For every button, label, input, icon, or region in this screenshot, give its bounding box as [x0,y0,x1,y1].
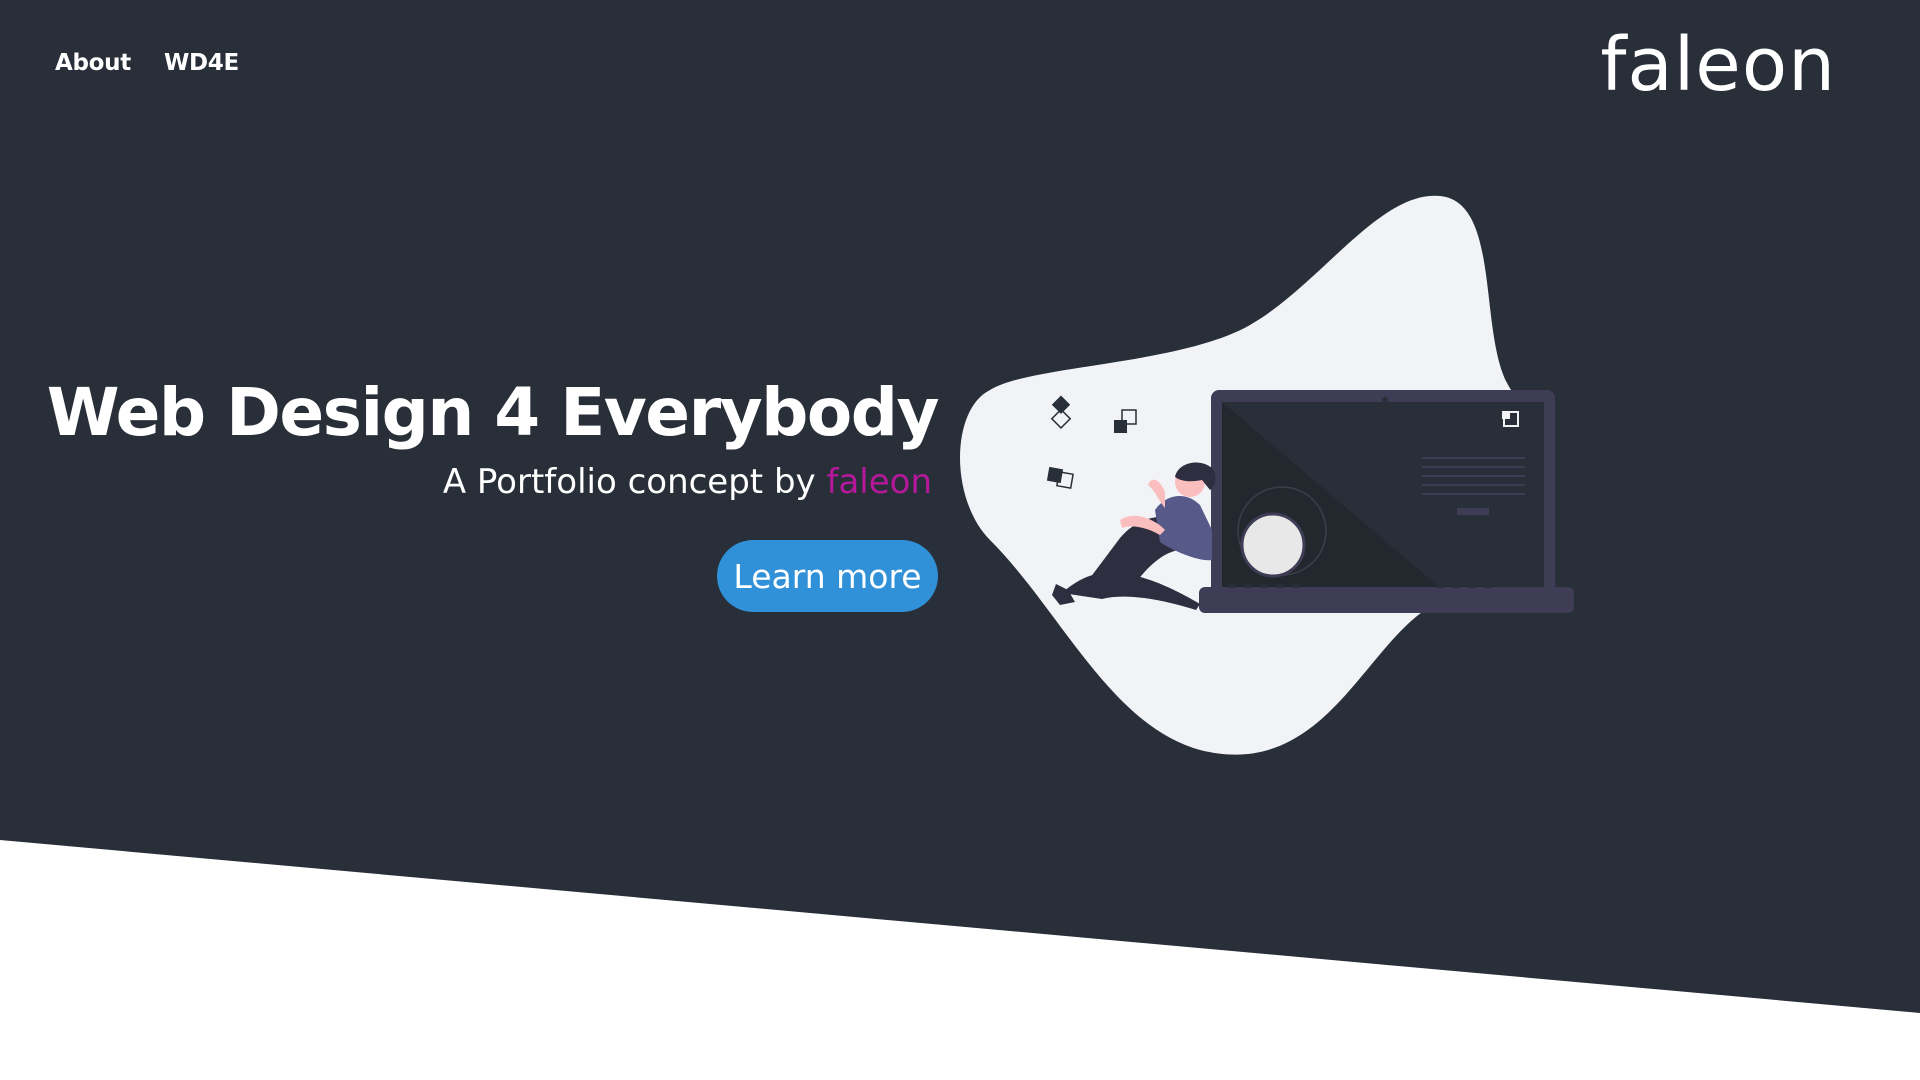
subtitle-brand: faleon [826,462,932,502]
learn-more-button[interactable]: Learn more [717,540,938,612]
hero-illustration [960,195,1574,755]
subtitle: A Portfolio concept by faleon [443,462,932,502]
laptop-illustration-icon [1199,390,1574,613]
top-nav: About WD4E [55,50,239,76]
page-title: Web Design 4 Everybody [46,374,940,451]
brand-logo[interactable]: faleon [1600,22,1836,108]
nav-about[interactable]: About [55,50,131,76]
hero-section: About WD4E faleon Web Design 4 Everybody… [0,0,1920,1080]
subtitle-prefix: A Portfolio concept by [442,462,816,502]
nav-wd4e[interactable]: WD4E [164,50,239,76]
